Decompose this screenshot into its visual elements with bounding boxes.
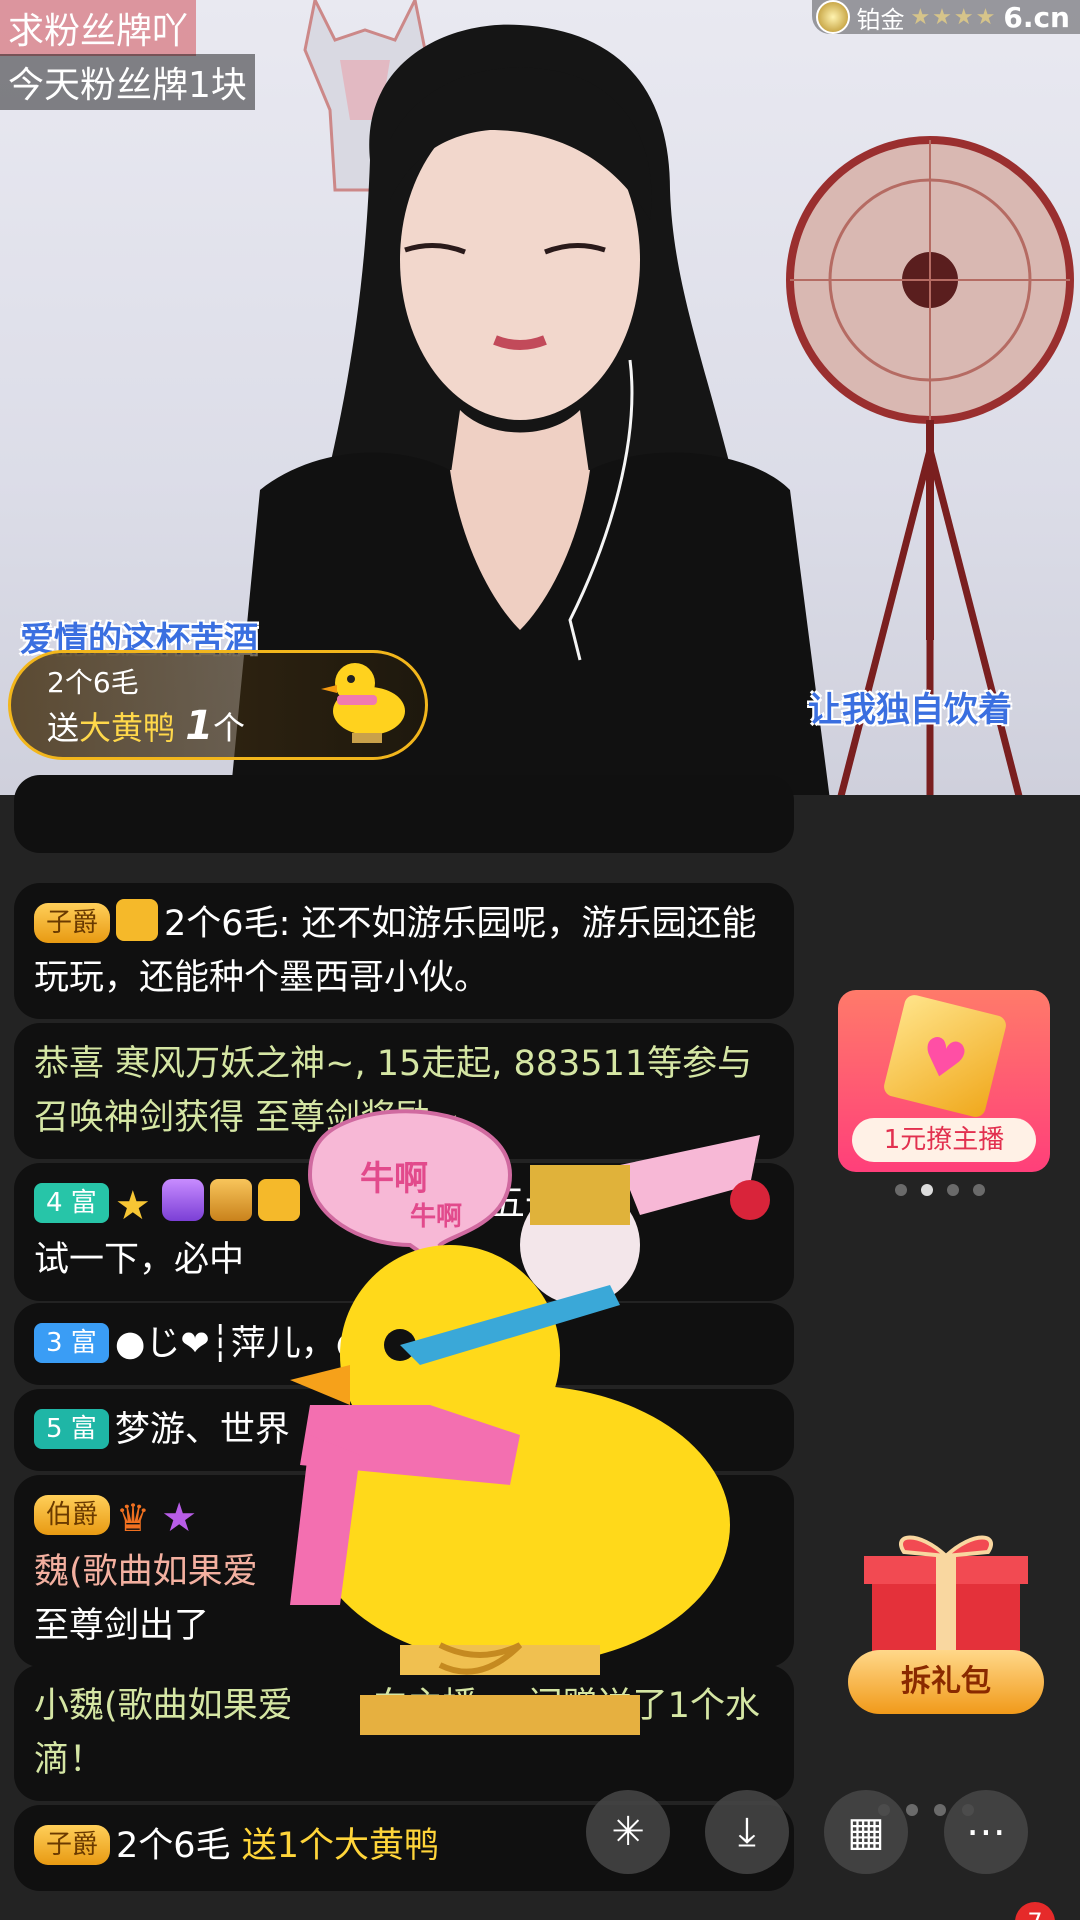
chat-message: 5 富梦游、世界 xyxy=(14,1389,794,1471)
chat-text-continued: 试一下，必中 xyxy=(34,1240,245,1280)
chat-username[interactable]: 2个6毛 xyxy=(116,1826,231,1866)
more-options-button[interactable]: ⋯ xyxy=(944,1790,1028,1874)
chat-panel[interactable]: 子爵 2个6毛: 还不如游乐园呢，游乐园还能玩玩，还能种个墨西哥小伙。 恭喜 寒风… xyxy=(0,775,1080,1920)
purple-star-icon: ★ xyxy=(161,1495,198,1541)
chat-username[interactable]: ●じ❤┆萍儿，● xyxy=(115,1324,366,1364)
chat-username-end: ): xyxy=(557,1552,584,1592)
platform-logo: 6.cn xyxy=(1003,0,1070,34)
chat-message-partial xyxy=(14,775,794,853)
crown-icon: ♛ xyxy=(116,1496,151,1540)
chat-username[interactable]: 2个6毛 xyxy=(164,904,279,944)
gift-text: 送1个大黄鸭 xyxy=(241,1826,439,1866)
promo-card-label: 1元撩主播 xyxy=(852,1118,1036,1162)
fan-medal-icon xyxy=(161,1179,204,1221)
share-button[interactable]: ✳ xyxy=(586,1790,670,1874)
system-text-mid: 向主播 xyxy=(372,1686,478,1726)
yellow-duck-gift-icon xyxy=(321,663,405,743)
system-text: 小魏(歌曲如果爱 xyxy=(34,1686,293,1726)
wealth-level-badge: 5 富 xyxy=(34,1409,109,1449)
user-level-icon xyxy=(257,1179,300,1221)
chat-gift-message: 子爵 2个6毛 送1个大黄鸭 xyxy=(14,1805,794,1891)
rank-stars: ★★★★ xyxy=(910,4,998,30)
open-gift-pack-button[interactable]: 拆礼包 xyxy=(848,1650,1044,1714)
user-level-icon xyxy=(116,899,159,941)
fans-badge-price-tag: 今天粉丝牌1块 xyxy=(0,54,255,110)
chat-message: 子爵 2个6毛: 还不如游乐园呢，游乐园还能玩玩，还能种个墨西哥小伙。 xyxy=(14,883,794,1019)
wealth-level-badge: 4 富 xyxy=(34,1183,109,1223)
apps-grid-button[interactable]: ▦ xyxy=(824,1790,908,1874)
chat-message: 4 富 ★ : 五十连抽 试一下，必中 xyxy=(14,1163,794,1301)
system-gift-message: 小魏(歌曲如果爱 向主播 间赠送了1个水滴！ xyxy=(14,1665,794,1801)
rank-label: 铂金 xyxy=(856,5,905,34)
noble-badge: 子爵 xyxy=(34,903,111,943)
promo-card[interactable]: ♥ 1元撩主播 xyxy=(838,990,1050,1172)
rank-medal-icon xyxy=(816,0,851,34)
guard-icon xyxy=(209,1179,252,1221)
promo-carousel-dots xyxy=(895,1184,985,1196)
grid-icon: ▦ xyxy=(847,1809,885,1855)
gift-pack-widget[interactable]: 拆礼包 xyxy=(848,1530,1044,1714)
video-player[interactable]: 求粉丝牌吖 今天粉丝牌1块 铂金 ★★★★ 6.cn 爱情的这杯苦酒 让我独自饮… xyxy=(0,0,1080,795)
system-message: 恭喜 寒风万妖之神~, 15走起, 883511等参与召唤神剑获得 至尊剑奖励~ xyxy=(14,1023,794,1159)
fans-badge-request-tag: 求粉丝牌吖 xyxy=(0,0,197,56)
chat-text-tail: 小 xyxy=(628,1496,664,1536)
live-stream-screen: 求粉丝牌吖 今天粉丝牌1块 铂金 ★★★★ 6.cn 爱情的这杯苦酒 让我独自饮… xyxy=(0,0,1080,1920)
gift-box-icon xyxy=(864,1535,1028,1660)
noble-badge: 子爵 xyxy=(34,1825,111,1865)
download-button[interactable]: ⤓ xyxy=(705,1790,789,1874)
gift-name: 大黄鸭 xyxy=(79,709,176,747)
chat-username[interactable]: 魏(歌曲如果爱 xyxy=(34,1552,258,1592)
sparkle-icon: ✳ xyxy=(611,1809,645,1855)
chat-text: 梦游、世界 xyxy=(114,1410,290,1450)
star-level-icon: ★ xyxy=(114,1183,151,1229)
heart-card-icon: ♥ xyxy=(881,992,1009,1120)
platform-rank-badge[interactable]: 铂金 ★★★★ 6.cn xyxy=(812,0,1080,34)
noble-badge: 伯爵 xyxy=(34,1495,111,1535)
download-icon: ⤓ xyxy=(738,1809,756,1855)
gift-notification-banner: 2个6毛 送大黄鸭 1个 xyxy=(8,650,428,760)
chat-text: : 五十连抽 xyxy=(466,1184,630,1224)
lyric-caption-right: 让我独自饮着 xyxy=(808,690,1012,730)
chat-message: 3 富 ●じ❤┆萍儿，●进 xyxy=(14,1303,794,1385)
chat-text: 进 xyxy=(366,1324,402,1364)
chat-text: 至尊剑出了 xyxy=(34,1606,210,1646)
gift-count: 1 xyxy=(185,703,214,749)
gift-prefix: 送 xyxy=(47,709,80,747)
more-icon: ⋯ xyxy=(966,1809,1006,1855)
gift-unit: 个 xyxy=(213,709,246,747)
wealth-level-badge: 3 富 xyxy=(34,1323,109,1363)
chat-message: 伯爵 ♛ ★ 小 魏(歌曲如果爱): 至尊剑出了 xyxy=(14,1475,794,1667)
